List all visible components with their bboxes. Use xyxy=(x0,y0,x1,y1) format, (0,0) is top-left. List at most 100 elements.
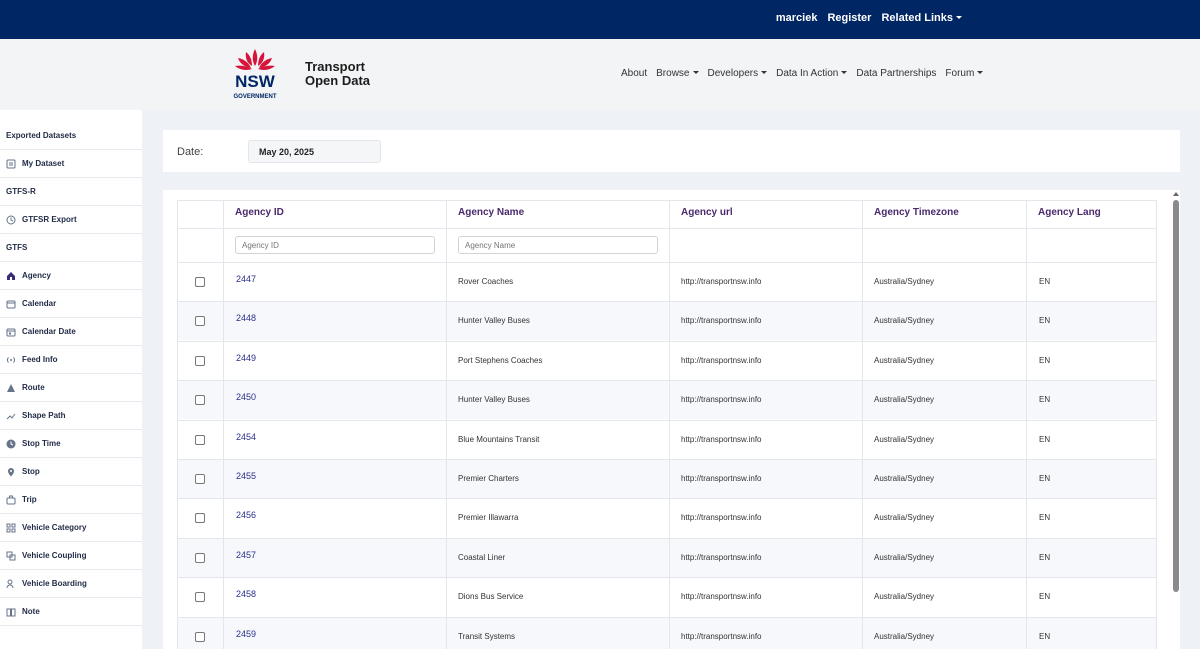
agency-lang-cell: EN xyxy=(1039,316,1051,325)
row-checkbox[interactable] xyxy=(195,474,205,484)
site-header xyxy=(0,39,1200,110)
agency-name-cell: Hunter Valley Buses xyxy=(458,316,530,325)
row-checkbox[interactable] xyxy=(195,277,205,287)
register-link[interactable]: Register xyxy=(827,12,871,24)
agency-id-filter-input[interactable] xyxy=(235,236,435,254)
sidebar-item-vehicle-coupling[interactable]: Vehicle Coupling xyxy=(0,542,142,570)
agency-name-cell: Transit Systems xyxy=(458,632,516,641)
agency-timezone-cell: Australia/Sydney xyxy=(874,632,935,641)
agency-id-link[interactable]: 2459 xyxy=(236,629,256,639)
sidebar-item-note[interactable]: Note xyxy=(0,598,142,626)
nav-item-data-in-action[interactable]: Data In Action xyxy=(776,68,847,79)
grid-icon xyxy=(6,523,16,533)
sidebar-item-stop-time[interactable]: Stop Time xyxy=(0,430,142,458)
agency-id-link[interactable]: 2447 xyxy=(236,274,256,284)
nav-item-data-partnerships[interactable]: Data Partnerships xyxy=(856,68,936,79)
sidebar-label: Stop Time xyxy=(22,439,61,448)
nav-item-about[interactable]: About xyxy=(621,68,647,79)
row-checkbox[interactable] xyxy=(195,553,205,563)
nav-item-developers[interactable]: Developers xyxy=(708,68,768,79)
sidebar-label: Vehicle Coupling xyxy=(22,551,87,560)
sidebar-item-shape-path[interactable]: Shape Path xyxy=(0,402,142,430)
broadcast-icon xyxy=(6,355,16,365)
row-divider xyxy=(177,380,1157,381)
agency-lang-cell: EN xyxy=(1039,474,1051,483)
header-agency-lang[interactable]: Agency Lang xyxy=(1038,207,1101,218)
header-agency-url[interactable]: Agency url xyxy=(681,207,733,218)
scrollbar-thumb[interactable] xyxy=(1173,200,1179,592)
site-title[interactable]: Transport Open Data xyxy=(305,60,370,88)
row-checkbox[interactable] xyxy=(195,513,205,523)
sidebar-section-exported-datasets: Exported Datasets xyxy=(0,122,142,150)
date-label: Date: xyxy=(177,146,204,158)
user-link[interactable]: marciek xyxy=(776,12,818,24)
date-picker[interactable]: May 20, 2025 xyxy=(248,140,381,163)
sidebar-item-calendar-date[interactable]: Calendar Date xyxy=(0,318,142,346)
sidebar-item-stop[interactable]: Stop xyxy=(0,458,142,486)
row-checkbox[interactable] xyxy=(195,435,205,445)
sidebar-item-vehicle-category[interactable]: Vehicle Category xyxy=(0,514,142,542)
header-agency-timezone[interactable]: Agency Timezone xyxy=(874,207,959,218)
agency-name-cell: Premier Illawarra xyxy=(458,513,519,522)
row-checkbox[interactable] xyxy=(195,632,205,642)
row-checkbox[interactable] xyxy=(195,592,205,602)
row-checkbox[interactable] xyxy=(195,316,205,326)
scroll-up-arrow[interactable] xyxy=(1173,192,1179,196)
related-links-menu[interactable]: Related Links xyxy=(881,12,962,24)
column-divider xyxy=(1026,200,1027,649)
agency-id-link[interactable]: 2450 xyxy=(236,392,256,402)
column-divider xyxy=(446,200,447,649)
sidebar-item-route[interactable]: Route xyxy=(0,374,142,402)
agency-url-cell: http://transportnsw.info xyxy=(681,316,762,325)
nav-item-forum[interactable]: Forum xyxy=(945,68,983,79)
agency-id-link[interactable]: 2455 xyxy=(236,471,256,481)
logo-subtext: GOVERNMENT xyxy=(233,94,276,100)
sidebar-label: GTFS xyxy=(6,243,28,252)
sidebar: Exported Datasets My Dataset GTFS-R GTFSR E… xyxy=(0,110,142,649)
agency-url-cell: http://transportnsw.info xyxy=(681,435,762,444)
shape-path-icon xyxy=(6,411,16,421)
agency-id-link[interactable]: 2449 xyxy=(236,353,256,363)
sidebar-item-agency[interactable]: Agency xyxy=(0,262,142,290)
agency-id-link[interactable]: 2457 xyxy=(236,550,256,560)
sidebar-item-vehicle-boarding[interactable]: Vehicle Boarding xyxy=(0,570,142,598)
agency-id-link[interactable]: 2458 xyxy=(236,589,256,599)
dataset-icon xyxy=(6,159,16,169)
stop-time-icon xyxy=(6,439,16,449)
agency-timezone-cell: Australia/Sydney xyxy=(874,435,935,444)
sidebar-label: GTFS-R xyxy=(6,187,36,196)
sidebar-label: Route xyxy=(22,383,45,392)
row-divider xyxy=(177,498,1157,499)
column-divider xyxy=(669,200,670,649)
sidebar-item-gtfsr-export[interactable]: GTFSR Export xyxy=(0,206,142,234)
agency-id-link[interactable]: 2454 xyxy=(236,432,256,442)
sidebar-label: My Dataset xyxy=(22,159,65,168)
sidebar-label: Note xyxy=(22,607,40,616)
agency-timezone-cell: Australia/Sydney xyxy=(874,592,935,601)
map-pin-icon xyxy=(6,467,16,477)
agency-timezone-cell: Australia/Sydney xyxy=(874,553,935,562)
row-checkbox[interactable] xyxy=(195,395,205,405)
sidebar-item-feed-info[interactable]: Feed Info xyxy=(0,346,142,374)
agency-timezone-cell: Australia/Sydney xyxy=(874,513,935,522)
route-icon xyxy=(6,383,16,393)
nsw-logo[interactable]: NSW GOVERNMENT xyxy=(230,47,280,101)
sidebar-item-trip[interactable]: Trip xyxy=(0,486,142,514)
agency-name-filter-input[interactable] xyxy=(458,236,658,254)
header-agency-name[interactable]: Agency Name xyxy=(458,207,524,218)
agency-name-cell: Premier Charters xyxy=(458,474,519,483)
sidebar-label: Feed Info xyxy=(22,355,58,364)
agency-name-cell: Port Stephens Coaches xyxy=(458,356,543,365)
agency-id-link[interactable]: 2456 xyxy=(236,510,256,520)
nav-item-browse[interactable]: Browse xyxy=(656,68,698,79)
calendar-icon xyxy=(6,299,16,309)
sidebar-item-calendar[interactable]: Calendar xyxy=(0,290,142,318)
sidebar-item-my-dataset[interactable]: My Dataset xyxy=(0,150,142,178)
header-agency-id[interactable]: Agency ID xyxy=(235,207,284,218)
agency-id-link[interactable]: 2448 xyxy=(236,313,256,323)
column-divider xyxy=(223,200,224,649)
row-checkbox[interactable] xyxy=(195,356,205,366)
agency-lang-cell: EN xyxy=(1039,553,1051,562)
agency-timezone-cell: Australia/Sydney xyxy=(874,395,935,404)
sidebar-label: Vehicle Category xyxy=(22,523,87,532)
